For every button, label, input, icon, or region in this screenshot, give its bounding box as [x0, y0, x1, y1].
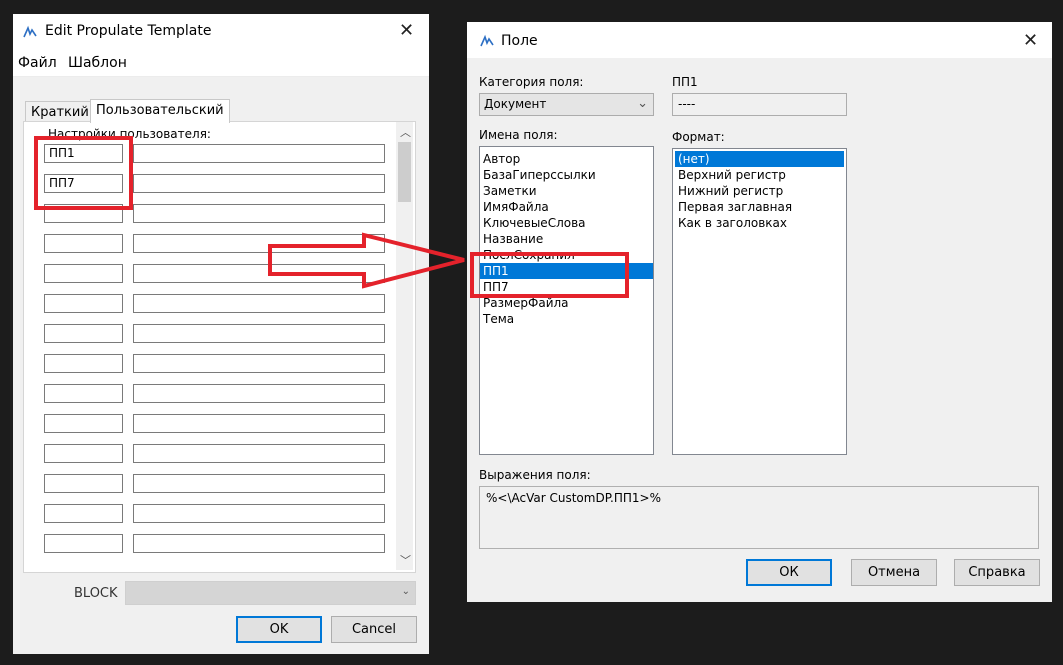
- right-titlebar: Поле ✕: [467, 22, 1052, 58]
- arrow-annotation: [268, 232, 465, 289]
- custom-value-input[interactable]: [133, 384, 385, 403]
- custom-value-input[interactable]: [133, 504, 385, 523]
- field-name-item[interactable]: ПП1: [480, 263, 653, 279]
- field-name-item[interactable]: Заметки: [480, 183, 653, 199]
- block-combo: ⌄: [125, 581, 416, 605]
- app-icon: [480, 34, 494, 47]
- left-menubar: Файл Шаблон: [13, 50, 429, 77]
- scrollbar-thumb[interactable]: [398, 142, 411, 202]
- custom-value-input[interactable]: [133, 534, 385, 553]
- expression-label: Выражения поля:: [479, 468, 591, 482]
- app-icon: [23, 25, 37, 38]
- format-item[interactable]: Верхний регистр: [675, 167, 844, 183]
- custom-value-input[interactable]: [133, 354, 385, 373]
- custom-value-input[interactable]: [133, 474, 385, 493]
- custom-name-input[interactable]: ПП7: [44, 174, 123, 193]
- field-name-item[interactable]: ПослСохранил: [480, 247, 653, 263]
- field-name-item[interactable]: Название: [480, 231, 653, 247]
- left-ok-button[interactable]: OK: [236, 616, 322, 643]
- menu-template[interactable]: Шаблон: [68, 55, 127, 71]
- custom-name-input[interactable]: [44, 414, 123, 433]
- custom-value-input[interactable]: [133, 204, 385, 223]
- tab-custom[interactable]: Пользовательский: [90, 99, 230, 123]
- format-item[interactable]: Как в заголовках: [675, 215, 844, 231]
- vertical-scrollbar[interactable]: ︿ ﹀: [396, 122, 413, 570]
- edit-propulate-template-window: Edit Propulate Template ✕ Файл Шаблон Кр…: [13, 14, 429, 654]
- custom-value-input[interactable]: [133, 174, 385, 193]
- custom-name-input[interactable]: [44, 234, 123, 253]
- scroll-down-icon[interactable]: ﹀: [400, 552, 411, 568]
- user-settings-label: Настройки пользователя:: [48, 127, 211, 141]
- left-close-icon[interactable]: ✕: [399, 22, 414, 40]
- field-name-item[interactable]: БазаГиперссылки: [480, 167, 653, 183]
- format-item[interactable]: Первая заглавная: [675, 199, 844, 215]
- value-label: ПП1: [672, 75, 698, 89]
- field-name-item[interactable]: Автор: [480, 151, 653, 167]
- custom-value-input[interactable]: [133, 144, 385, 163]
- field-name-item[interactable]: ПП7: [480, 279, 653, 295]
- category-combo[interactable]: Документ ⌄: [479, 93, 654, 116]
- category-value: Документ: [484, 97, 547, 111]
- format-item[interactable]: Нижний регистр: [675, 183, 844, 199]
- right-close-icon[interactable]: ✕: [1023, 32, 1038, 50]
- format-label: Формат:: [672, 130, 725, 144]
- custom-name-input[interactable]: [44, 324, 123, 343]
- right-ok-button[interactable]: ОК: [746, 559, 832, 586]
- right-cancel-button[interactable]: Отмена: [851, 559, 937, 586]
- custom-name-input[interactable]: [44, 534, 123, 553]
- custom-name-input[interactable]: [44, 504, 123, 523]
- custom-name-input[interactable]: [44, 264, 123, 283]
- custom-name-input[interactable]: [44, 354, 123, 373]
- value-field: ----: [672, 93, 847, 116]
- format-list[interactable]: (нет) Верхний регистр Нижний регистр Первая…: [672, 148, 847, 455]
- left-cancel-button[interactable]: Cancel: [331, 616, 417, 643]
- chevron-down-icon: ⌄: [401, 586, 410, 597]
- custom-name-input[interactable]: ПП1: [44, 144, 123, 163]
- category-label: Категория поля:: [479, 75, 584, 89]
- field-name-item[interactable]: Тема: [480, 311, 653, 327]
- field-name-item[interactable]: ИмяФайла: [480, 199, 653, 215]
- field-name-item[interactable]: РазмерФайла: [480, 295, 653, 311]
- chevron-down-icon: ⌄: [637, 96, 648, 111]
- custom-value-input[interactable]: [133, 294, 385, 313]
- tab-brief[interactable]: Краткий: [25, 101, 95, 123]
- expression-box: %<\AcVar CustomDP.ПП1>%: [479, 486, 1039, 549]
- field-name-item[interactable]: КлючевыеСлова: [480, 215, 653, 231]
- custom-name-input[interactable]: [44, 474, 123, 493]
- menu-file[interactable]: Файл: [18, 55, 57, 71]
- format-item[interactable]: (нет): [675, 151, 844, 167]
- field-names-label: Имена поля:: [479, 128, 558, 142]
- scroll-up-icon[interactable]: ︿: [400, 124, 411, 140]
- field-dialog-window: Поле ✕ Категория поля: Документ ⌄ ПП1 --…: [467, 22, 1052, 602]
- block-label: BLOCK: [74, 586, 118, 601]
- custom-name-input[interactable]: [44, 204, 123, 223]
- value-text: ----: [678, 97, 696, 111]
- custom-value-input[interactable]: [133, 444, 385, 463]
- expression-value: %<\AcVar CustomDP.ПП1>%: [486, 491, 662, 505]
- right-window-title: Поле: [501, 33, 538, 49]
- custom-settings-panel: Настройки пользователя: ПП1 ПП7 ︿ ﹀: [23, 121, 416, 573]
- custom-value-input[interactable]: [133, 414, 385, 433]
- custom-value-input[interactable]: [133, 324, 385, 343]
- field-names-list[interactable]: Автор БазаГиперссылки Заметки ИмяФайла Ключе…: [479, 146, 654, 455]
- custom-name-input[interactable]: [44, 444, 123, 463]
- left-window-title: Edit Propulate Template: [45, 23, 212, 39]
- custom-name-input[interactable]: [44, 384, 123, 403]
- help-button[interactable]: Справка: [954, 559, 1040, 586]
- left-titlebar: Edit Propulate Template ✕: [13, 14, 429, 50]
- custom-name-input[interactable]: [44, 294, 123, 313]
